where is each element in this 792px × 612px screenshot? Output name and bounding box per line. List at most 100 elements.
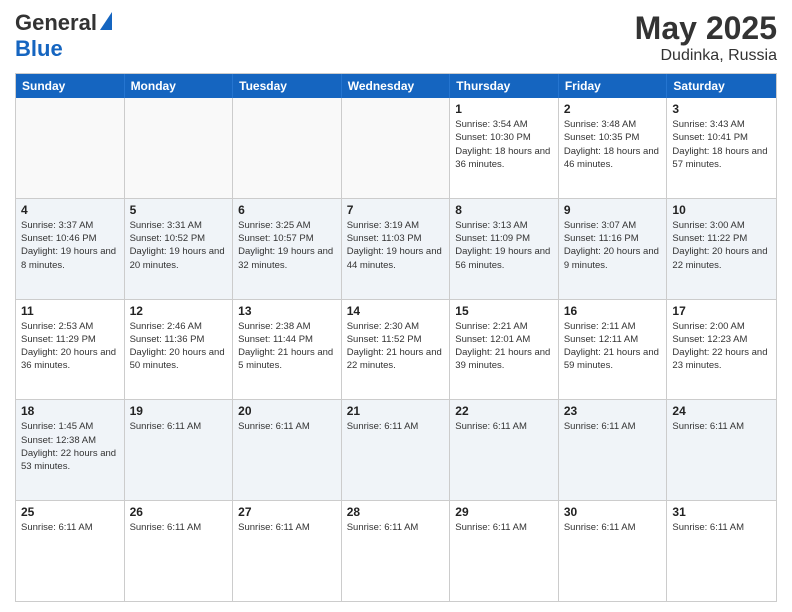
calendar-cell: 24Sunrise: 6:11 AM xyxy=(667,400,776,500)
calendar-week-2: 4Sunrise: 3:37 AM Sunset: 10:46 PM Dayli… xyxy=(16,198,776,299)
day-number: 3 xyxy=(672,102,771,116)
day-number: 10 xyxy=(672,203,771,217)
day-number: 13 xyxy=(238,304,336,318)
calendar-cell: 19Sunrise: 6:11 AM xyxy=(125,400,234,500)
day-number: 5 xyxy=(130,203,228,217)
header-day-monday: Monday xyxy=(125,74,234,98)
calendar-cell: 21 Sunrise: 6:11 AM xyxy=(342,400,451,500)
day-number: 2 xyxy=(564,102,662,116)
calendar-cell: 29 Sunrise: 6:11 AM xyxy=(450,501,559,601)
day-info: Sunrise: 2:11 AM Sunset: 12:11 AM Daylig… xyxy=(564,320,662,373)
calendar-cell: 2 Sunrise: 3:48 AM Sunset: 10:35 PM Dayli… xyxy=(559,98,668,198)
day-number: 16 xyxy=(564,304,662,318)
day-info: Sunrise: 6:11 AM xyxy=(455,521,553,534)
calendar-cell: 10 Sunrise: 3:00 AM Sunset: 11:22 PM Dayl… xyxy=(667,199,776,299)
calendar-cell: 8 Sunrise: 3:13 AM Sunset: 11:09 PM Dayli… xyxy=(450,199,559,299)
calendar-week-1: 1 Sunrise: 3:54 AM Sunset: 10:30 PM Dayli… xyxy=(16,98,776,198)
day-number: 8 xyxy=(455,203,553,217)
calendar-cell: 11Sunrise: 2:53 AM Sunset: 11:29 PM Dayl… xyxy=(16,300,125,400)
calendar-cell: 6Sunrise: 3:25 AM Sunset: 10:57 PM Dayli… xyxy=(233,199,342,299)
day-info: Sunrise: 6:11 AM xyxy=(347,420,445,433)
calendar-cell: 22 Sunrise: 6:11 AM xyxy=(450,400,559,500)
header-day-sunday: Sunday xyxy=(16,74,125,98)
day-number: 30 xyxy=(564,505,662,519)
day-info: Sunrise: 2:00 AM Sunset: 12:23 AM Daylig… xyxy=(672,320,771,373)
logo: General Blue xyxy=(15,10,112,62)
month-year: May 2025 xyxy=(635,10,777,47)
location: Dudinka, Russia xyxy=(635,47,777,65)
day-number: 21 xyxy=(347,404,445,418)
day-info: Sunrise: 3:13 AM Sunset: 11:09 PM Daylig… xyxy=(455,219,553,272)
day-info: Sunrise: 6:11 AM xyxy=(21,521,119,534)
logo-triangle-icon xyxy=(100,12,112,30)
calendar-cell: 26Sunrise: 6:11 AM xyxy=(125,501,234,601)
calendar-cell: 20 Sunrise: 6:11 AM xyxy=(233,400,342,500)
day-number: 7 xyxy=(347,203,445,217)
calendar-cell: 31 Sunrise: 6:11 AM xyxy=(667,501,776,601)
day-number: 31 xyxy=(672,505,771,519)
day-number: 20 xyxy=(238,404,336,418)
calendar: SundayMondayTuesdayWednesdayThursdayFrid… xyxy=(15,73,777,602)
day-info: Sunrise: 2:30 AM Sunset: 11:52 PM Daylig… xyxy=(347,320,445,373)
logo-general-text: General xyxy=(15,10,97,36)
header-day-friday: Friday xyxy=(559,74,668,98)
calendar-cell: 14 Sunrise: 2:30 AM Sunset: 11:52 PM Dayl… xyxy=(342,300,451,400)
day-number: 1 xyxy=(455,102,553,116)
day-number: 28 xyxy=(347,505,445,519)
page-header: General Blue May 2025 Dudinka, Russia xyxy=(15,10,777,65)
day-number: 24 xyxy=(672,404,771,418)
header-day-saturday: Saturday xyxy=(667,74,776,98)
calendar-cell: 9Sunrise: 3:07 AM Sunset: 11:16 PM Dayli… xyxy=(559,199,668,299)
day-number: 22 xyxy=(455,404,553,418)
calendar-cell: 15Sunrise: 2:21 AM Sunset: 12:01 AM Dayl… xyxy=(450,300,559,400)
header-day-thursday: Thursday xyxy=(450,74,559,98)
calendar-cell xyxy=(16,98,125,198)
calendar-cell: 4Sunrise: 3:37 AM Sunset: 10:46 PM Dayli… xyxy=(16,199,125,299)
calendar-body: 1 Sunrise: 3:54 AM Sunset: 10:30 PM Dayli… xyxy=(16,98,776,601)
day-number: 12 xyxy=(130,304,228,318)
day-info: Sunrise: 3:25 AM Sunset: 10:57 PM Daylig… xyxy=(238,219,336,272)
calendar-header: SundayMondayTuesdayWednesdayThursdayFrid… xyxy=(16,74,776,98)
day-number: 27 xyxy=(238,505,336,519)
day-info: Sunrise: 3:00 AM Sunset: 11:22 PM Daylig… xyxy=(672,219,771,272)
day-info: Sunrise: 3:37 AM Sunset: 10:46 PM Daylig… xyxy=(21,219,119,272)
day-number: 29 xyxy=(455,505,553,519)
calendar-week-5: 25Sunrise: 6:11 AM26Sunrise: 6:11 AM27Su… xyxy=(16,500,776,601)
day-info: Sunrise: 6:11 AM xyxy=(564,521,662,534)
day-info: Sunrise: 6:11 AM xyxy=(238,420,336,433)
day-info: Sunrise: 6:11 AM xyxy=(130,420,228,433)
calendar-cell: 1 Sunrise: 3:54 AM Sunset: 10:30 PM Dayli… xyxy=(450,98,559,198)
header-day-wednesday: Wednesday xyxy=(342,74,451,98)
calendar-cell: 3Sunrise: 3:43 AM Sunset: 10:41 PM Dayli… xyxy=(667,98,776,198)
day-info: Sunrise: 3:48 AM Sunset: 10:35 PM Daylig… xyxy=(564,118,662,171)
calendar-week-3: 11Sunrise: 2:53 AM Sunset: 11:29 PM Dayl… xyxy=(16,299,776,400)
title-section: May 2025 Dudinka, Russia xyxy=(635,10,777,65)
day-info: Sunrise: 2:38 AM Sunset: 11:44 PM Daylig… xyxy=(238,320,336,373)
logo-blue-text: Blue xyxy=(15,36,63,62)
calendar-cell: 5Sunrise: 3:31 AM Sunset: 10:52 PM Dayli… xyxy=(125,199,234,299)
day-info: Sunrise: 6:11 AM xyxy=(130,521,228,534)
calendar-cell xyxy=(125,98,234,198)
day-info: Sunrise: 6:11 AM xyxy=(347,521,445,534)
calendar-cell: 13 Sunrise: 2:38 AM Sunset: 11:44 PM Dayl… xyxy=(233,300,342,400)
calendar-cell: 7Sunrise: 3:19 AM Sunset: 11:03 PM Dayli… xyxy=(342,199,451,299)
calendar-cell: 16 Sunrise: 2:11 AM Sunset: 12:11 AM Dayl… xyxy=(559,300,668,400)
day-number: 23 xyxy=(564,404,662,418)
calendar-cell: 18 Sunrise: 1:45 AM Sunset: 12:38 AM Dayl… xyxy=(16,400,125,500)
day-number: 14 xyxy=(347,304,445,318)
day-info: Sunrise: 6:11 AM xyxy=(672,521,771,534)
day-info: Sunrise: 3:54 AM Sunset: 10:30 PM Daylig… xyxy=(455,118,553,171)
day-info: Sunrise: 2:21 AM Sunset: 12:01 AM Daylig… xyxy=(455,320,553,373)
day-info: Sunrise: 6:11 AM xyxy=(238,521,336,534)
calendar-cell xyxy=(233,98,342,198)
calendar-cell: 23Sunrise: 6:11 AM xyxy=(559,400,668,500)
day-number: 25 xyxy=(21,505,119,519)
day-number: 18 xyxy=(21,404,119,418)
day-info: Sunrise: 6:11 AM xyxy=(455,420,553,433)
day-info: Sunrise: 1:45 AM Sunset: 12:38 AM Daylig… xyxy=(21,420,119,473)
day-info: Sunrise: 2:53 AM Sunset: 11:29 PM Daylig… xyxy=(21,320,119,373)
calendar-cell: 30 Sunrise: 6:11 AM xyxy=(559,501,668,601)
calendar-cell: 27 Sunrise: 6:11 AM xyxy=(233,501,342,601)
calendar-cell: 25 Sunrise: 6:11 AM xyxy=(16,501,125,601)
day-info: Sunrise: 2:46 AM Sunset: 11:36 PM Daylig… xyxy=(130,320,228,373)
